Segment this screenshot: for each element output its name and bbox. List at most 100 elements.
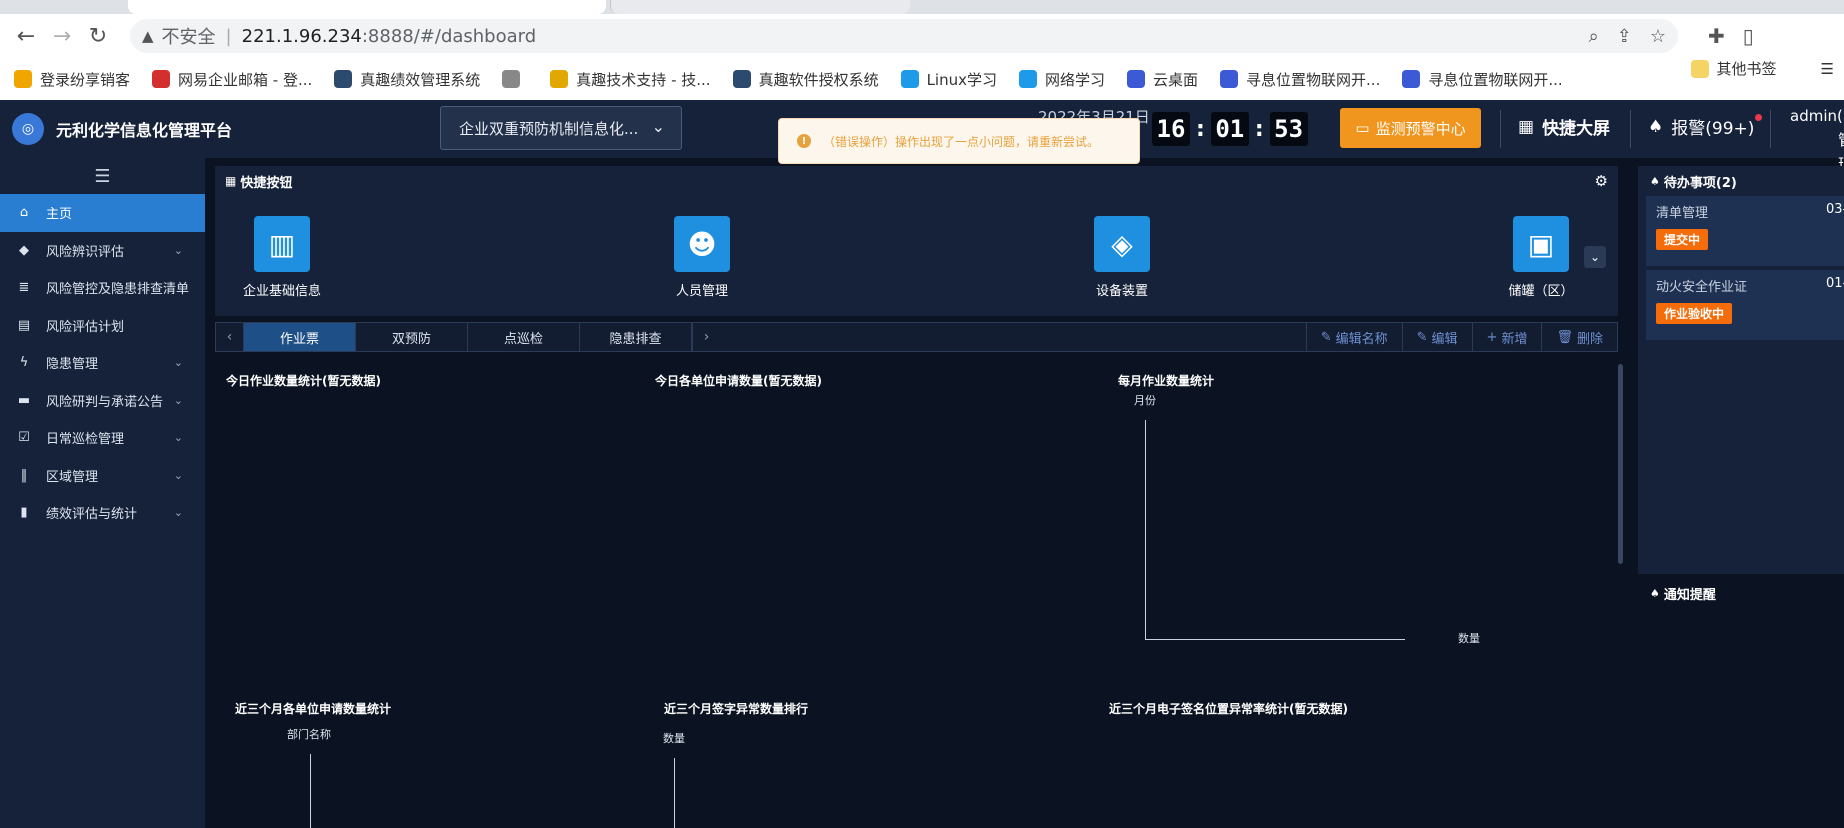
back-icon[interactable]: ← [10, 20, 42, 52]
chart-y-axis-label: 月份 [1134, 394, 1156, 407]
bookmark-item[interactable]: 登录纷享销客 [14, 69, 130, 90]
edit-name-button[interactable]: ✎ 编辑名称 [1305, 323, 1402, 351]
browser-tab-1[interactable] [0, 0, 118, 14]
chart-y-axis-label: 部门名称 [287, 728, 331, 741]
browser-chrome: ← → ↻ ▲ 不安全 | 221.1.96.234 :8888/#/dashb… [0, 0, 1844, 100]
star-icon[interactable]: ☆ [1650, 26, 1666, 47]
alarm-button[interactable]: ♠ 报警(99+) [1648, 114, 1763, 139]
divider [1770, 110, 1771, 148]
reading-list-icon[interactable]: ☰ [1821, 60, 1834, 78]
sidebar-item[interactable]: ▬ 风险研判与承诺公告 ⌄ [0, 382, 205, 420]
sidebar-item-label: 风险评估计划 [46, 319, 125, 335]
chart-y-axis [674, 758, 675, 828]
quick-item-label: 设备装置 [1095, 284, 1148, 299]
todo-item[interactable]: 动火安全作业证 01-0 作业验收中 [1646, 270, 1844, 340]
profile-icon[interactable]: ▯ [1743, 24, 1754, 48]
status-badge: 提交中 [1656, 229, 1709, 250]
bookmark-item[interactable]: 真趣绩效管理系统 [334, 69, 480, 90]
extensions-puzzle-icon[interactable]: ✚ [1708, 24, 1725, 48]
bookmark-item[interactable]: 寻息位置物联网开... [1402, 69, 1563, 90]
sidebar-item[interactable]: ‖ 区域管理 ⌄ [0, 457, 205, 495]
tab-hazard-check[interactable]: 隐患排查 [580, 323, 692, 351]
avatar-icon [502, 70, 521, 88]
omnibox[interactable]: ▲ 不安全 | 221.1.96.234 :8888/#/dashboard ⌕… [130, 19, 1678, 53]
share-icon[interactable]: ⇪ [1617, 26, 1632, 47]
monitor-icon: ▭ [1355, 119, 1370, 137]
chart-title-today-work: 今日作业数量统计(暂无数据) [226, 374, 381, 388]
sidebar-item-label: 风险辨识评估 [46, 244, 125, 260]
quick-item-equipment[interactable]: ◈ 设备装置 [1067, 216, 1177, 299]
grid-icon: ▦ [225, 174, 237, 188]
tab-work-ticket[interactable]: 作业票 [244, 323, 356, 351]
system-select[interactable]: 企业双重预防机制信息化... ⌄ [440, 106, 682, 150]
sidebar-item-label: 区域管理 [46, 469, 99, 485]
sidebar-item[interactable]: ≣ 风险管控及隐患排查清单 [0, 269, 205, 307]
compass-icon [550, 70, 569, 88]
quick-item-enterprise[interactable]: ▥ 企业基础信息 [227, 216, 337, 299]
monitor-center-button[interactable]: ▭ 监测预警中心 [1340, 108, 1481, 148]
chart-x-axis-label: 数量 [1458, 632, 1480, 645]
bookmark-item[interactable]: 网易企业邮箱 - 登... [152, 69, 312, 90]
edit-label: 编辑 [1431, 331, 1458, 347]
notice-title: 通知提醒 [1663, 587, 1716, 603]
bookmark-item[interactable]: Linux学习 [900, 69, 997, 90]
gear-icon[interactable]: ⚙ [1595, 172, 1608, 190]
reload-icon[interactable]: ↻ [82, 20, 114, 52]
content-scrollbar[interactable] [1618, 364, 1623, 564]
sidebar-item[interactable]: ▮ 绩效评估与统计 ⌄ [0, 494, 205, 532]
clock-seconds: 53 [1269, 112, 1308, 146]
bookmark-label: 真趣软件授权系统 [758, 70, 879, 89]
checklist-icon: ☑ [18, 430, 30, 446]
sidebar-item[interactable]: ◆ 风险辨识评估 ⌄ [0, 232, 205, 270]
big-screen-button[interactable]: ▦ 快捷大屏 [1518, 114, 1610, 140]
bookmark-item[interactable] [502, 70, 528, 88]
bookmark-item[interactable]: 云桌面 [1127, 69, 1198, 90]
quick-item-personnel[interactable]: ☻ 人员管理 [647, 216, 757, 299]
forward-icon[interactable]: → [46, 20, 78, 52]
zoom-icon[interactable]: ⌕ [1589, 26, 1599, 47]
plan-icon: ▤ [17, 317, 31, 333]
chevron-down-icon[interactable]: ⌄ [1584, 246, 1606, 268]
delete-button[interactable]: 🗑 删除 [1541, 323, 1617, 351]
tab-inspection[interactable]: 点巡检 [468, 323, 580, 351]
bookmark-item[interactable]: 真趣软件授权系统 [732, 69, 879, 90]
bookmark-label: 真趣绩效管理系统 [360, 70, 481, 89]
collapse-menu-icon[interactable]: ☰ [0, 158, 205, 194]
divider [1500, 110, 1501, 148]
sidebar-item[interactable]: ☑ 日常巡检管理 ⌄ [0, 419, 205, 457]
tabs-prev-icon[interactable]: ‹ [216, 323, 244, 351]
bookmark-item[interactable]: 网络学习 [1019, 69, 1105, 90]
browser-tab-3[interactable] [610, 0, 910, 14]
other-bookmarks[interactable]: 其他书签 [1690, 58, 1777, 79]
chart-title-monthly-work: 每月作业数量统计 [1118, 374, 1215, 388]
sidebar-item[interactable]: ▤ 风险评估计划 [0, 307, 205, 345]
add-button[interactable]: + 新增 [1471, 323, 1542, 351]
edit-button[interactable]: ✎ 编辑 [1401, 323, 1472, 351]
location-icon [1220, 70, 1239, 88]
quick-item-tank[interactable]: ▣ 储罐（区） [1486, 216, 1596, 299]
mail-icon [152, 70, 171, 88]
tank-icon: ▣ [1513, 216, 1569, 272]
bookmark-item[interactable]: 寻息位置物联网开... [1220, 69, 1380, 90]
bookmark-item[interactable]: 真趣技术支持 - 技... [550, 69, 711, 90]
notice-header: ♠ 通知提醒 [1638, 578, 1844, 608]
delete-label: 删除 [1576, 331, 1603, 347]
sidebar-item[interactable]: ϟ 隐患管理 ⌄ [0, 344, 205, 382]
todo-item[interactable]: 清单管理 03-2 提交中 [1646, 196, 1844, 266]
sidebar-item-label: 日常巡检管理 [46, 432, 125, 448]
chevron-down-icon: ⌄ [173, 506, 183, 520]
building-icon: ▥ [254, 216, 310, 272]
chart-title-today-unit: 今日各单位申请数量(暂无数据) [655, 374, 822, 388]
url-path: :8888/#/dashboard [361, 25, 537, 47]
grid-screen-icon: ▦ [1518, 116, 1535, 137]
browser-tab-active[interactable] [128, 0, 606, 14]
bookmark-label: 登录纷享销客 [40, 70, 131, 89]
edit-icon: ✎ [1416, 329, 1428, 345]
sidebar-item[interactable]: ⌂ 主页 [0, 194, 205, 232]
sidebar-item-label: 主页 [46, 207, 73, 223]
sidebar-menu: ⌂ 主页 ◆ 风险辨识评估 ⌄ ≣ 风险管控及隐患排查清单 ▤ 风险评估计划 ϟ 隐患管理 ⌄ ▬ 风险研… [0, 194, 205, 532]
chevron-down-icon: ⌄ [173, 431, 183, 445]
tabs-next-icon[interactable]: › [692, 323, 720, 351]
warning-circle-icon: ! [797, 134, 811, 148]
tab-dual-prevention[interactable]: 双预防 [356, 323, 468, 351]
